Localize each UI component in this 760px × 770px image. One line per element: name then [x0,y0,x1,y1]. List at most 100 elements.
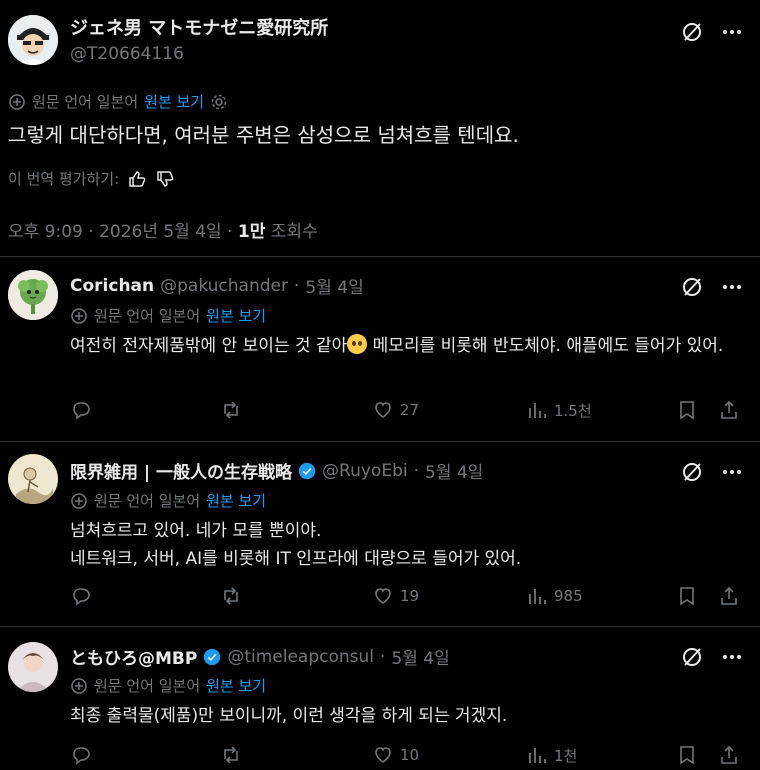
reply-text-line: 넘쳐흐르고 있어. 네가 모를 뿐이야. [70,521,322,541]
reply-text-part: 메모리를 비롯해 반도체야. 애플에도 들어가 있어. [367,336,724,356]
like-button[interactable]: 10 [372,744,419,766]
avatar[interactable] [8,15,58,65]
reply-date[interactable]: 5월 4일 [305,273,363,298]
reply-button[interactable] [70,744,98,766]
gear-icon[interactable] [210,93,228,111]
reply-button[interactable] [70,399,98,421]
bookmark-icon [680,401,694,420]
repost-icon [224,746,238,764]
repost-icon [224,587,238,605]
reply-date[interactable]: 5월 4일 [391,644,449,669]
reply-handle[interactable]: @timeleapconsul [227,647,374,667]
view-original-link[interactable]: 원본 보기 [206,305,266,326]
views-button[interactable]: 1천 [526,744,577,766]
share-button[interactable] [718,585,740,607]
bookmark-icon [680,587,694,606]
reply-display-name[interactable]: 限界雑用 | 一般人の生存戦略 [70,458,292,483]
reply-header: 限界雑用 | 一般人の生存戦略 @RuyoEbi · 5월 4일 [70,458,483,484]
avatar[interactable] [8,270,58,320]
view-original-link[interactable]: 원본 보기 [144,91,204,112]
views-label: 조회수 [270,222,318,242]
reply-tweet[interactable]: 限界雑用 | 一般人の生存戦略 @RuyoEbi · 5월 4일 원문 언어 일… [0,442,760,626]
share-button[interactable] [718,399,740,421]
reply-header: Corichan @pakuchander · 5월 4일 [70,273,364,299]
tweet-date[interactable]: 2026년 5월 4일 [99,222,222,242]
view-original-link[interactable]: 원본 보기 [206,490,266,511]
view-count: 985 [554,587,583,605]
bookmark-button[interactable] [676,399,698,421]
reply-icon [73,588,90,606]
reply-text-line: 네트워크, 서버, AI를 비롯해 IT 인프라에 대량으로 들어가 있어. [70,549,522,569]
main-display-name[interactable]: ジェネ男 マトモナゼニ愛研究所 [70,14,328,40]
reply-tweet[interactable]: ともひろ@MBP @timeleapconsul · 5월 4일 원문 언어 일… [0,627,760,770]
bookmark-button[interactable] [676,585,698,607]
like-count: 27 [400,401,420,419]
reply-icon [73,747,90,765]
views-icon [529,589,546,604]
reply-date[interactable]: 5월 4일 [425,458,483,483]
repost-button[interactable] [220,585,248,607]
reply-display-name[interactable]: ともひろ@MBP [70,644,197,669]
tweet-meta: 오후 9:09 · 2026년 5월 4일 · 1만 조회수 [8,222,318,242]
reply-button[interactable] [70,585,98,607]
action-bar: 19 985 [70,585,740,609]
view-count: 1.5천 [554,401,592,420]
main-tweet-text: 그렇게 대단하다면, 여러분 주변은 삼성으로 넘쳐흐를 텐데요. [8,123,519,147]
translate-icon [70,307,88,325]
separator-dot: · [293,275,300,296]
view-original-link[interactable]: 원본 보기 [206,675,266,696]
views-icon [529,748,546,763]
bookmark-button[interactable] [676,744,698,766]
share-icon [721,400,737,419]
reply-display-name[interactable]: Corichan [70,276,154,296]
thumbs-down-icon[interactable] [155,169,175,189]
translation-language-note: 원문 언어 일본어 [32,93,139,111]
share-button[interactable] [718,744,740,766]
grok-icon[interactable] [680,20,704,44]
translation-language-note: 원문 언어 일본어 [94,677,201,695]
separator-dot: · [380,646,386,667]
grok-icon[interactable] [680,460,704,484]
repost-button[interactable] [220,399,248,421]
translation-language-note: 원문 언어 일본어 [94,492,201,510]
avatar[interactable] [8,454,58,504]
like-count: 19 [400,587,420,605]
translate-icon [70,677,88,695]
share-icon [721,745,737,764]
reply-tweet[interactable]: Corichan @pakuchander · 5월 4일 원문 언어 일본어 … [0,257,760,441]
like-icon [375,588,391,604]
like-button[interactable]: 19 [372,585,419,607]
more-icon[interactable] [720,20,744,44]
rate-translation: 이 번역 평가하기: [8,168,175,189]
thumbs-up-icon[interactable] [127,169,147,189]
grok-icon[interactable] [680,645,704,669]
main-tweet: ジェネ男 マトモナゼニ愛研究所 @T20664116 원문 언어 일본어 원본 … [0,0,760,256]
repost-button[interactable] [220,744,248,766]
verified-badge-icon [298,462,316,479]
reply-handle[interactable]: @pakuchander [160,276,288,296]
translation-bar: 원문 언어 일본어 원본 보기 [8,91,228,112]
avatar[interactable] [8,642,58,692]
views-button[interactable]: 1.5천 [526,399,592,421]
translation-bar: 원문 언어 일본어 원본 보기 [70,490,266,511]
views-icon [529,403,546,418]
translate-icon [70,492,88,510]
like-icon [375,747,391,763]
reply-text: 여전히 전자제품밖에 안 보이는 것 같아 메모리를 비롯해 반도체야. 애플에… [70,332,740,360]
tweet-time[interactable]: 오후 9:09 [8,222,83,242]
reply-handle[interactable]: @RuyoEbi [322,461,408,481]
share-icon [721,586,737,605]
more-icon[interactable] [720,460,744,484]
more-icon[interactable] [720,645,744,669]
like-button[interactable]: 27 [372,399,419,421]
grok-icon[interactable] [680,275,704,299]
translation-bar: 원문 언어 일본어 원본 보기 [70,675,266,696]
views-button[interactable]: 985 [526,585,583,607]
pleading-face-emoji-icon [347,334,368,354]
main-handle[interactable]: @T20664116 [70,44,184,64]
repost-icon [224,401,238,419]
translation-language-note: 원문 언어 일본어 [94,307,201,325]
translate-icon [8,93,26,111]
view-count: 1천 [554,746,578,765]
more-icon[interactable] [720,275,744,299]
